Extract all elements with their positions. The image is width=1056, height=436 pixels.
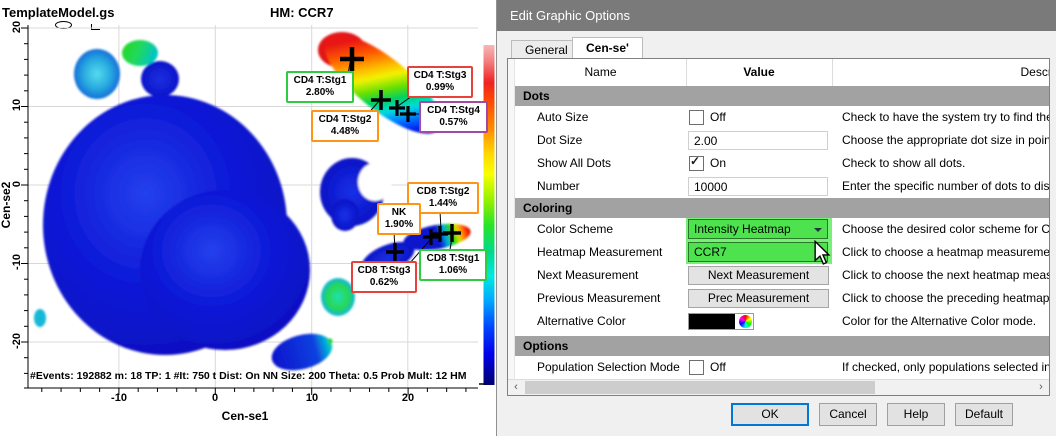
section-header-dots: Dots bbox=[515, 86, 1050, 106]
table-row-auto-size: Auto Size Off Check to have the system t… bbox=[515, 106, 1050, 129]
table-gutter bbox=[508, 59, 515, 395]
x-tick-label: -10 bbox=[104, 392, 134, 404]
auto-size-checkbox[interactable] bbox=[689, 110, 704, 125]
table-row-previous-measurement: Previous Measurement Prec Measurement Cl… bbox=[515, 287, 1050, 310]
heatmap-colorbar bbox=[484, 45, 495, 385]
y-tick-label: 20 bbox=[11, 14, 23, 40]
help-button[interactable]: Help bbox=[887, 403, 945, 426]
default-button[interactable]: Default bbox=[955, 403, 1013, 426]
ok-button[interactable]: OK bbox=[731, 403, 809, 426]
column-header-value: Value bbox=[686, 59, 833, 86]
x-axis-label: Cen-se1 bbox=[205, 409, 285, 423]
dot-size-input[interactable] bbox=[688, 131, 828, 150]
population-label-cd8-stg3[interactable]: CD8 T:Stg30.62% bbox=[351, 261, 417, 293]
table-row-alternative-color: Alternative Color Color for the Alternat… bbox=[515, 310, 1050, 336]
population-label-cd8-stg1[interactable]: CD8 T:Stg11.06% bbox=[419, 249, 487, 281]
alternative-color-swatch[interactable] bbox=[688, 313, 754, 330]
y-tick-label: -20 bbox=[11, 328, 23, 354]
cancel-button[interactable]: Cancel bbox=[819, 403, 877, 426]
number-of-dots-input[interactable] bbox=[688, 177, 828, 196]
horizontal-scrollbar[interactable]: ‹ › bbox=[508, 379, 1049, 395]
x-tick-label: 20 bbox=[393, 392, 423, 404]
scroll-right-arrow-icon[interactable]: › bbox=[1033, 380, 1049, 395]
table-header: Name Value Description bbox=[515, 59, 1050, 87]
edit-graphic-options-dialog: Edit Graphic Options General Cen-se' Nam… bbox=[496, 0, 1056, 436]
chevron-down-icon bbox=[814, 228, 822, 232]
x-tick-label: 0 bbox=[200, 392, 230, 404]
tab-cense[interactable]: Cen-se' bbox=[572, 37, 643, 58]
dialog-titlebar[interactable]: Edit Graphic Options bbox=[497, 0, 1056, 31]
options-table: Name Value Description Dots Auto Size Of… bbox=[507, 58, 1050, 396]
population-label-cd4-stg4[interactable]: CD4 T:Stg40.57% bbox=[419, 101, 488, 133]
show-all-dots-checkbox[interactable]: ✓ bbox=[689, 156, 704, 171]
table-row-heatmap-measurement: Heatmap Measurement CCR7 Click to choose… bbox=[515, 241, 1050, 264]
next-measurement-button[interactable]: Next Measurement bbox=[688, 266, 829, 285]
section-header-coloring: Coloring bbox=[515, 198, 1050, 218]
column-header-name: Name bbox=[515, 59, 687, 86]
y-axis-label: Cen-se2 bbox=[0, 173, 13, 237]
population-label-nk[interactable]: NK1.90% bbox=[377, 203, 421, 235]
table-row-next-measurement: Next Measurement Next Measurement Click … bbox=[515, 264, 1050, 287]
population-selection-mode-checkbox[interactable] bbox=[689, 360, 704, 375]
table-row-color-scheme: Color Scheme Intensity Heatmap Choose th… bbox=[515, 218, 1050, 241]
population-label-cd4-stg1[interactable]: CD4 T:Stg12.80% bbox=[286, 71, 354, 103]
prec-measurement-button[interactable]: Prec Measurement bbox=[688, 289, 829, 308]
population-label-cd4-stg3[interactable]: CD4 T:Stg30.99% bbox=[407, 66, 473, 98]
table-row-population-selection-mode: Population Selection Mode Off If checked… bbox=[515, 356, 1050, 379]
table-row-dot-size: Dot Size Choose the appropriate dot size… bbox=[515, 129, 1050, 152]
scrollbar-thumb[interactable] bbox=[525, 381, 875, 394]
y-tick-label: -10 bbox=[11, 249, 23, 275]
color-swatch-black bbox=[689, 314, 735, 329]
heatmap-measurement-dropdown[interactable]: CCR7 bbox=[688, 242, 828, 262]
analysis-parameters-footer: #Events: 192882 m: 18 TP: 1 #It: 750 t D… bbox=[30, 370, 478, 382]
app-window: TemplateModel.gs HM: CCR7 bbox=[0, 0, 1056, 436]
y-tick-label: 10 bbox=[11, 92, 23, 118]
section-header-options: Options bbox=[515, 336, 1050, 356]
cense-plot-panel[interactable]: TemplateModel.gs HM: CCR7 bbox=[0, 0, 496, 436]
population-label-cd4-stg2[interactable]: CD4 T:Stg24.48% bbox=[311, 110, 379, 142]
color-scheme-dropdown[interactable]: Intensity Heatmap bbox=[688, 219, 828, 239]
x-tick-label: 10 bbox=[297, 392, 327, 404]
table-row-number: Number Enter the specific number of dots… bbox=[515, 175, 1050, 198]
scroll-left-arrow-icon[interactable]: ‹ bbox=[508, 380, 524, 395]
mouse-cursor-icon bbox=[813, 240, 831, 266]
column-header-description: Description bbox=[832, 59, 1050, 86]
table-row-show-all-dots: Show All Dots ✓On Check to show all dots… bbox=[515, 152, 1050, 175]
color-wheel-icon bbox=[739, 315, 752, 328]
